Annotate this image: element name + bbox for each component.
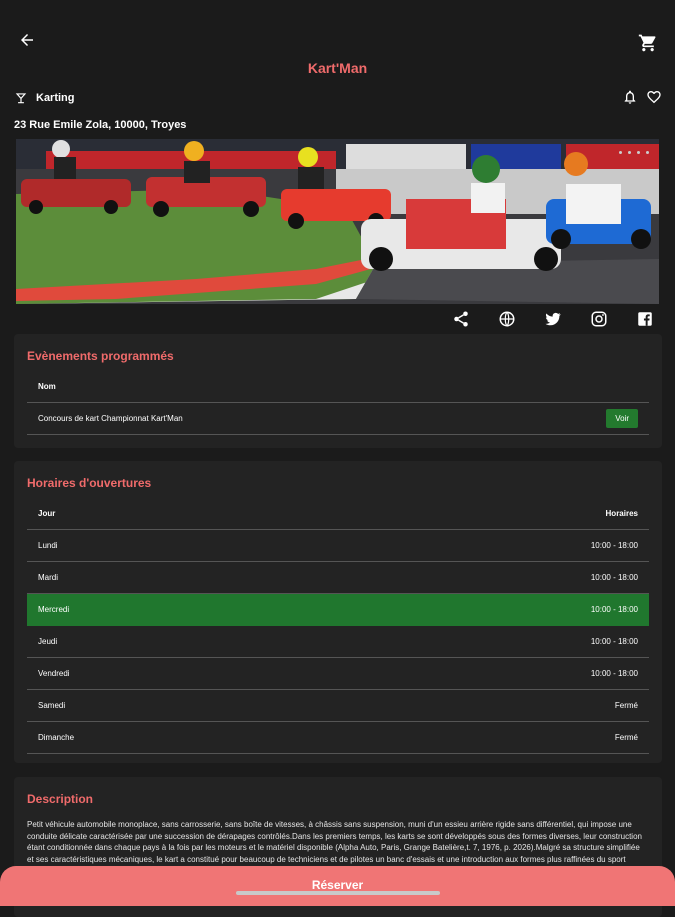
opening-hours-card: Horaires d'ouvertures Jour Horaires Lundi…	[14, 461, 662, 763]
heart-outline-icon[interactable]	[646, 89, 662, 105]
description-title: Description	[27, 792, 94, 806]
back-arrow-icon[interactable]	[18, 31, 36, 49]
hours-value: 10:00 - 18:00	[590, 605, 638, 614]
home-indicator[interactable]	[236, 891, 440, 895]
hours-value: Fermé	[614, 701, 638, 710]
page-title: Kart'Man	[307, 60, 368, 76]
category-label: Karting	[36, 92, 75, 104]
day-label: Mercredi	[38, 605, 70, 614]
instagram-icon[interactable]	[590, 310, 608, 328]
events-card: Evènements programmés Nom Concours de ka…	[14, 334, 662, 448]
column-header-day: Jour	[38, 509, 56, 518]
hours-value: 10:00 - 18:00	[590, 541, 638, 550]
day-label: Dimanche	[38, 733, 75, 742]
carousel-dots	[619, 151, 649, 154]
hours-value: 10:00 - 18:00	[590, 669, 638, 678]
opening-hours-title: Horaires d'ouvertures	[27, 476, 152, 490]
column-header-hours: Horaires	[605, 509, 638, 518]
table-row: Jeudi 10:00 - 18:00	[27, 626, 649, 658]
top-bar: Kart'Man	[0, 0, 675, 88]
day-label: Mardi	[38, 573, 59, 582]
cart-icon[interactable]	[638, 33, 658, 53]
facebook-icon[interactable]	[636, 310, 654, 328]
table-row: Vendredi 10:00 - 18:00	[27, 658, 649, 690]
bell-icon[interactable]	[622, 89, 638, 105]
category-row: Karting	[14, 89, 75, 107]
hours-value: 10:00 - 18:00	[590, 637, 638, 646]
day-label: Lundi	[38, 541, 58, 550]
karting-photo	[16, 139, 659, 304]
twitter-icon[interactable]	[544, 310, 562, 328]
social-links	[452, 310, 654, 328]
table-header-row: Nom	[27, 371, 649, 403]
day-label: Samedi	[38, 701, 66, 710]
events-title: Evènements programmés	[27, 349, 174, 363]
day-label: Vendredi	[38, 669, 70, 678]
reserve-label: Réserver	[311, 878, 364, 892]
globe-icon[interactable]	[498, 310, 516, 328]
table-row: Concours de kart Championnat Kart'Man Vo…	[27, 403, 649, 435]
hero-photo-karting[interactable]	[16, 139, 659, 304]
table-row: Dimanche Fermé	[27, 722, 649, 754]
view-event-button[interactable]: Voir	[606, 409, 638, 428]
event-name: Concours de kart Championnat Kart'Man	[38, 414, 183, 423]
cocktail-icon	[15, 93, 27, 104]
opening-hours-table: Jour Horaires Lundi 10:00 - 18:00 Mardi 10:…	[27, 498, 649, 754]
hours-value: Fermé	[614, 733, 638, 742]
reserve-button[interactable]: Réserver	[0, 866, 675, 906]
day-label: Jeudi	[38, 637, 58, 646]
address: 23 Rue Emile Zola, 10000, Troyes	[14, 119, 187, 131]
table-row: Samedi Fermé	[27, 690, 649, 722]
table-row-today: Mercredi 10:00 - 18:00	[27, 594, 649, 626]
hours-value: 10:00 - 18:00	[590, 573, 638, 582]
table-header-row: Jour Horaires	[27, 498, 649, 530]
column-header-name: Nom	[38, 382, 56, 391]
share-icon[interactable]	[452, 310, 470, 328]
place-actions	[622, 89, 662, 105]
table-row: Lundi 10:00 - 18:00	[27, 530, 649, 562]
table-row: Mardi 10:00 - 18:00	[27, 562, 649, 594]
events-table: Nom Concours de kart Championnat Kart'Ma…	[27, 371, 649, 435]
